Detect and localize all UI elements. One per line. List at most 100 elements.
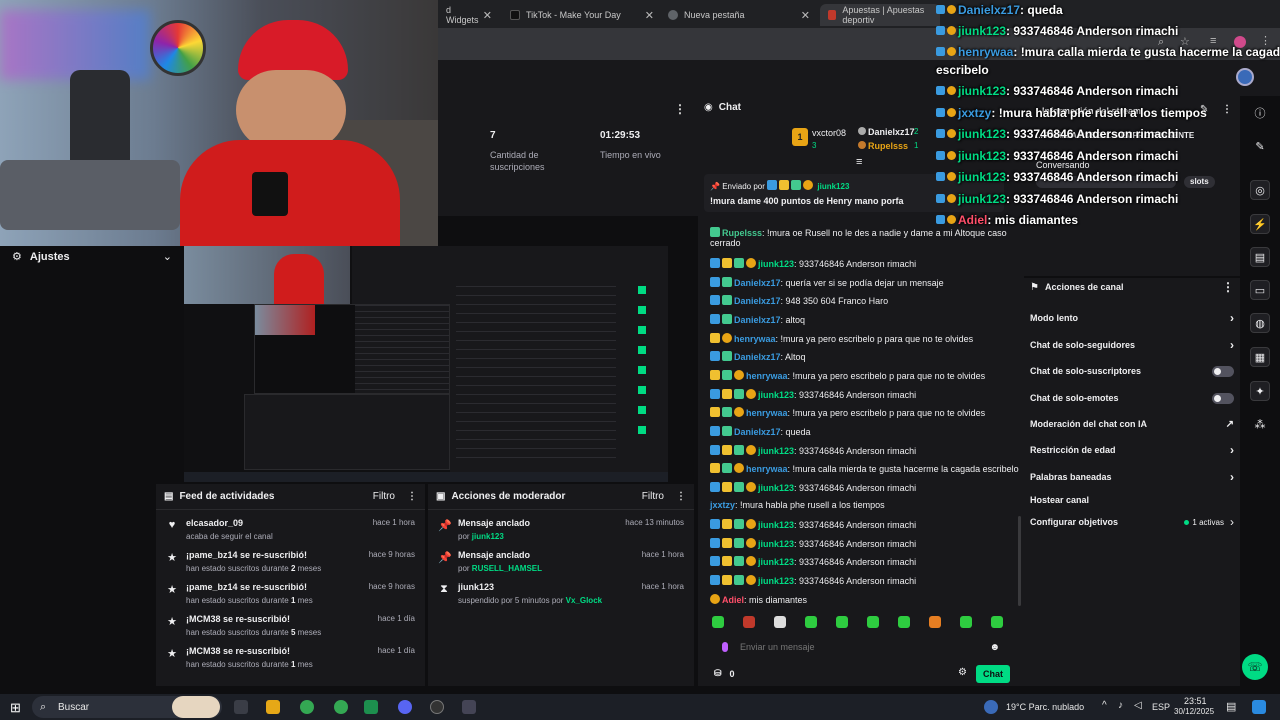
chevron-up-icon[interactable]: ^ [1102, 700, 1107, 711]
close-icon[interactable]: ✕ [645, 9, 654, 22]
close-icon[interactable]: ✕ [483, 9, 492, 22]
chat-username[interactable]: Danielxz17 [734, 315, 781, 325]
emote-icon[interactable] [712, 616, 724, 628]
task-view-icon[interactable] [234, 700, 248, 714]
speaker-icon[interactable]: ◁ [1134, 700, 1142, 711]
chat-icon[interactable]: ▭ [1250, 280, 1270, 300]
clock-time[interactable]: 23:51 [1184, 696, 1207, 706]
file-explorer-icon[interactable] [266, 700, 280, 714]
prediction-icon[interactable] [722, 642, 728, 652]
chat-username[interactable]: jiunk123 [758, 390, 794, 400]
list-item[interactable]: 📌 Mensaje anclado por RUSELL_HAMSEL hace 1 … [428, 546, 694, 578]
obs-icon[interactable] [430, 700, 444, 714]
chat-message[interactable]: jiunk123: 933746846 Anderson rimachi [710, 258, 916, 269]
emote-icon[interactable] [805, 616, 817, 628]
users-icon[interactable]: ⁂ [1250, 414, 1270, 434]
settings-header[interactable]: ⚙ Ajustes ⌄ [12, 250, 172, 264]
mod-sub-user[interactable]: jiunk123 [472, 532, 504, 541]
chat-username[interactable]: Danielxz17 [734, 427, 781, 437]
chat-username[interactable]: henrywaa [746, 464, 788, 474]
chat-message[interactable]: jiunk123: 933746846 Anderson rimachi [710, 556, 916, 567]
chat-message[interactable]: henrywaa: !mura ya pero escribelo p para… [710, 369, 985, 381]
chat-message[interactable]: jiunk123: 933746846 Anderson rimachi [710, 575, 916, 586]
chat-username[interactable]: Danielxz17 [734, 278, 781, 288]
chat-message[interactable]: jiunk123: 933746846 Anderson rimachi [710, 481, 916, 493]
chat-username[interactable]: jiunk123 [758, 259, 794, 269]
top-gifter-3[interactable]: Rupelsss [868, 141, 908, 151]
weather-text[interactable]: 19°C Parc. nublado [1006, 702, 1084, 712]
mic-icon[interactable]: ♪ [1118, 700, 1123, 711]
chat-message[interactable]: Danielxz17: altoq [710, 313, 805, 325]
channel-points[interactable]: ⛁ 0 [714, 668, 735, 679]
copilot-icon[interactable] [1252, 700, 1266, 714]
chat-message[interactable]: henrywaa: !mura ya pero escribelo p para… [710, 332, 973, 344]
channel-action-row[interactable]: Modo lento › [1030, 308, 1234, 328]
chat-message[interactable]: henrywaa: !mura ya pero escribelo p para… [710, 407, 985, 418]
toggle-switch[interactable] [1212, 365, 1234, 377]
language-indicator[interactable]: ESP [1152, 702, 1170, 712]
chat-message[interactable]: Danielxz17: queda [710, 425, 811, 437]
pinned-user[interactable]: jiunk123 [817, 182, 849, 191]
wrench-icon[interactable]: ✦ [1250, 381, 1270, 401]
chat-message[interactable]: jiunk123: 933746846 Anderson rimachi [710, 388, 916, 400]
emote-icon[interactable] [898, 616, 910, 628]
list-item[interactable]: ★ ¡pame_bz14 se re-suscribió! han estado s… [156, 578, 425, 610]
chat-message[interactable]: jiunk123: 933746846 Anderson rimachi [710, 444, 916, 456]
chat-username[interactable]: jiunk123 [758, 557, 794, 567]
filter-button[interactable]: Filtro [642, 491, 664, 502]
chevron-down-icon[interactable]: ⌄ [163, 250, 172, 263]
chat-input-wrap[interactable]: ☻ [710, 636, 1010, 658]
chrome-icon[interactable] [300, 700, 314, 714]
channel-action-row[interactable]: Configurar objetivos 1 activas › [1030, 512, 1234, 532]
discord-icon[interactable] [398, 700, 412, 714]
channel-action-row[interactable]: Restricción de edad › [1030, 440, 1234, 460]
channel-action-row[interactable]: Chat de solo-suscriptores [1030, 361, 1234, 381]
browser-tab[interactable]: d Widgets ✕ [438, 4, 500, 26]
chat-message[interactable]: Adiel: mis diamantes [710, 593, 807, 605]
emote-icon[interactable] [929, 616, 941, 628]
close-icon[interactable]: ✕ [801, 9, 810, 22]
top-gifter-2[interactable]: Danielxz17 [868, 127, 915, 137]
kebab-icon[interactable]: ⋮ [407, 491, 417, 502]
channel-action-row[interactable]: Hostear canal [1030, 490, 1234, 510]
clipboard-icon[interactable]: ▤ [1250, 247, 1270, 267]
emote-icon[interactable] [836, 616, 848, 628]
mod-sub-user[interactable]: Vx_Glock [566, 596, 602, 605]
browser-tab[interactable]: TikTok - Make Your Day ✕ [502, 4, 662, 26]
chat-message[interactable]: Danielxz17: 948 350 604 Franco Haro [710, 295, 888, 306]
toggle-switch[interactable] [1212, 392, 1234, 404]
gear-icon[interactable]: ⚙ [958, 667, 967, 678]
chat-username[interactable]: Danielxz17 [734, 296, 781, 306]
list-item[interactable]: ★ ¡pame_bz14 se re-suscribió! han estado s… [156, 546, 425, 578]
sheets-icon[interactable] [364, 700, 378, 714]
channel-action-row[interactable]: Palabras baneadas › [1030, 467, 1234, 487]
chat-username[interactable]: jxxtzy [710, 500, 735, 510]
chat-message[interactable]: Danielxz17: quería ver si se podía dejar… [710, 276, 944, 288]
list-item[interactable]: ★ ¡MCM38 se re-suscribió! han estado suscr… [156, 610, 425, 642]
browser-tab-active[interactable]: Apuestas | Apuestas deportiv [820, 4, 940, 26]
chat-username[interactable]: jiunk123 [758, 539, 794, 549]
chat-send-button[interactable]: Chat [976, 665, 1010, 683]
emote-icon[interactable] [743, 616, 755, 628]
chat-username[interactable]: jiunk123 [758, 576, 794, 586]
chat-message[interactable]: jxxtzy: !mura habla phe rusell a los tie… [710, 500, 885, 510]
chat-username[interactable]: Adiel [722, 595, 744, 605]
emote-icon[interactable] [867, 616, 879, 628]
emote-icon[interactable] [991, 616, 1003, 628]
chat-username[interactable]: Rupelsss [722, 228, 762, 238]
channel-action-row[interactable]: Chat de solo-seguidores › [1030, 335, 1234, 355]
chat-message[interactable]: jiunk123: 933746846 Anderson rimachi [710, 519, 916, 530]
channel-action-row[interactable]: Chat de solo-emotes [1030, 388, 1234, 408]
taskbar-search[interactable]: ⌕ Buscar [32, 696, 222, 718]
broadcast-icon[interactable]: ◍ [1250, 313, 1270, 333]
layout-icon[interactable]: ▦ [1250, 347, 1270, 367]
chat-username[interactable]: jiunk123 [758, 446, 794, 456]
chat-username[interactable]: henrywaa [746, 408, 788, 418]
list-item[interactable]: ♥ elcasador_09 acaba de seguir el canal hac… [156, 514, 425, 546]
emote-icon[interactable] [960, 616, 972, 628]
list-item[interactable]: 📌 Mensaje anclado por jiunk123 hace 13 minu… [428, 514, 694, 546]
mod-sub-user[interactable]: RUSELL_HAMSEL [472, 564, 542, 573]
chat-username[interactable]: henrywaa [746, 371, 788, 381]
browser-tab[interactable]: Nueva pestaña ✕ [660, 4, 818, 26]
chat-message[interactable]: Danielxz17: Altoq [710, 351, 806, 362]
